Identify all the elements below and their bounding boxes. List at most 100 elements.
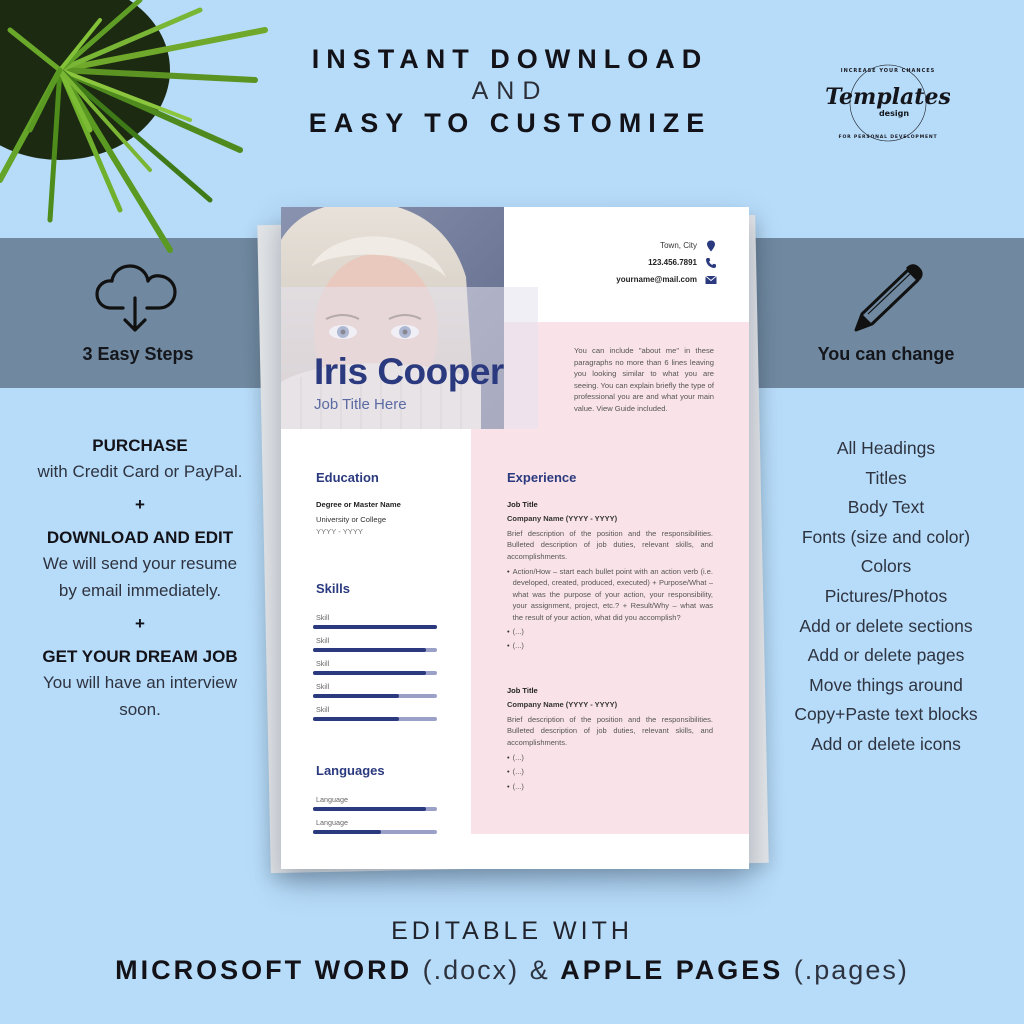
footer: EDITABLE WITH MICROSOFT WORD (.docx) & A… (0, 914, 1024, 992)
languages-heading: Languages (316, 763, 385, 778)
change-item: All Headings (836, 438, 936, 458)
skill-bar-fill (313, 717, 399, 721)
step-3-text: You will have an interview (42, 673, 238, 692)
footer-line-2: MICROSOFT WORD (.docx) & APPLE PAGES (.p… (0, 948, 1024, 992)
bullet-text: (...) (512, 627, 524, 637)
skill-bar-track (313, 694, 437, 698)
experience-job-title: Job Title (507, 500, 538, 509)
language-label: Language (316, 818, 348, 827)
about-me-text: You can include "about me" in these para… (574, 346, 714, 413)
language-item: Language (313, 818, 437, 841)
svg-text:INCREASE YOUR CHANCES: INCREASE YOUR CHANCES (841, 68, 936, 74)
footer-pages: APPLE PAGES (560, 955, 784, 985)
education-years: YYYY - YYYY (316, 527, 363, 536)
experience-job-title: Job Title (507, 686, 538, 695)
steps-list: PURCHASE with Credit Card or PayPal. + D… (10, 434, 270, 723)
change-item: Pictures/Photos (824, 585, 948, 606)
skill-bar-track (313, 717, 437, 721)
step-1-text: with Credit Card or PayPal. (37, 462, 243, 481)
contact-phone: 123.456.7891 (648, 258, 697, 267)
svg-text:design: design (879, 109, 909, 118)
skill-bar-track (313, 648, 437, 652)
skill-item: Skill (313, 705, 437, 728)
experience-description: Brief description of the position and th… (507, 714, 713, 747)
step-separator: + (135, 614, 145, 633)
skill-bar-track (313, 671, 437, 675)
skill-label: Skill (316, 682, 330, 691)
skill-item: Skill (313, 682, 437, 705)
phone-icon (706, 257, 716, 268)
headline-line-2: AND (471, 77, 549, 105)
change-item: Move things around (809, 674, 963, 695)
change-item: Add or delete pages (807, 645, 965, 666)
education-degree: Degree or Master Name (316, 500, 401, 509)
step-2-text: by email immediately. (58, 581, 222, 600)
footer-word: MICROSOFT WORD (115, 955, 413, 985)
step-2-text: We will send your resume (42, 554, 238, 573)
skill-label: Skill (316, 705, 330, 714)
experience-description: Brief description of the position and th… (507, 528, 713, 561)
skill-label: Skill (316, 613, 330, 622)
change-item: Copy+Paste text blocks (794, 704, 978, 725)
change-item: Body Text (847, 497, 925, 518)
language-bar-fill (313, 807, 426, 811)
experience-bullet: • (...) (507, 753, 524, 763)
footer-line-1: EDITABLE WITH (391, 917, 633, 945)
change-item: Add or delete sections (799, 615, 973, 636)
experience-bullet: • (...) (507, 781, 524, 791)
resume-name: Iris Cooper (314, 351, 504, 392)
languages-list: Language Language (313, 795, 437, 841)
svg-text:Templates: Templates (826, 84, 950, 110)
language-bar-fill (313, 830, 382, 834)
language-label: Language (316, 795, 348, 804)
experience-bullet: • (...) (507, 627, 524, 637)
pencil-icon (854, 264, 923, 332)
bullet-text: (...) (512, 753, 524, 763)
language-bar-track (313, 807, 437, 811)
svg-text:FOR PERSONAL DEVELOPMENT: FOR PERSONAL DEVELOPMENT (839, 134, 938, 140)
changes-title: You can change (817, 344, 955, 364)
footer-word-ext: (.docx) (422, 955, 520, 985)
experience-company: Company Name (YYYY - YYYY) (507, 514, 618, 524)
change-item: Fonts (size and color) (801, 526, 971, 547)
skill-bar-fill (313, 625, 437, 629)
education-heading: Education (316, 470, 379, 485)
footer-pages-ext: (.pages) (793, 955, 909, 985)
steps-title: 3 Easy Steps (82, 344, 194, 364)
contact-block: Town, City 123.456.7891 yourname@mail.co… (616, 237, 717, 288)
skills-list: Skill Skill Skill Skill Skill (313, 613, 437, 728)
bullet-text: (...) (512, 781, 524, 791)
headline-line-3: EASY TO CUSTOMIZE (308, 108, 712, 138)
experience-bullet: • (...) (507, 767, 524, 777)
location-pin-icon (707, 240, 715, 251)
resume-page: Iris Cooper Job Title Here Town, City 12… (281, 207, 749, 869)
bullet-text: Action/How – start each bullet point wit… (512, 567, 713, 622)
experience-bullet: • (...) (507, 641, 524, 651)
skill-bar-fill (313, 671, 426, 675)
skill-item: Skill (313, 613, 437, 636)
step-3-text: soon. (119, 700, 161, 719)
experience-entry: Job Title Company Name (YYYY - YYYY) Bri… (507, 499, 713, 655)
step-separator: + (135, 495, 145, 514)
contact-email: yourname@mail.com (616, 275, 697, 284)
step-1-heading: PURCHASE (92, 436, 188, 455)
skill-bar-fill (313, 694, 399, 698)
education-entry: Degree or Master Name University or Coll… (316, 499, 401, 538)
headline: INSTANT DOWNLOAD AND EASY TO CUSTOMIZE (200, 42, 820, 140)
bullet-text: (...) (512, 767, 524, 777)
experience-entry: Job Title Company Name (YYYY - YYYY) Bri… (507, 685, 713, 795)
templates-design-logo: INCREASE YOUR CHANCES Templates design F… (826, 64, 950, 142)
step-2-heading: DOWNLOAD AND EDIT (46, 528, 234, 547)
change-item: Add or delete icons (811, 733, 961, 754)
resume-job-title: Job Title Here (314, 396, 407, 413)
education-school: University or College (316, 515, 387, 524)
skill-bar-fill (313, 648, 426, 652)
skill-item: Skill (313, 659, 437, 682)
experience-bullet: • Action/How – start each bullet point wi… (507, 567, 713, 622)
language-bar-track (313, 830, 437, 834)
skill-label: Skill (316, 659, 330, 668)
changes-list: All Headings Titles Body Text Fonts (siz… (776, 434, 996, 760)
email-icon (705, 275, 717, 284)
skill-item: Skill (313, 636, 437, 659)
change-item: Colors (860, 556, 912, 577)
